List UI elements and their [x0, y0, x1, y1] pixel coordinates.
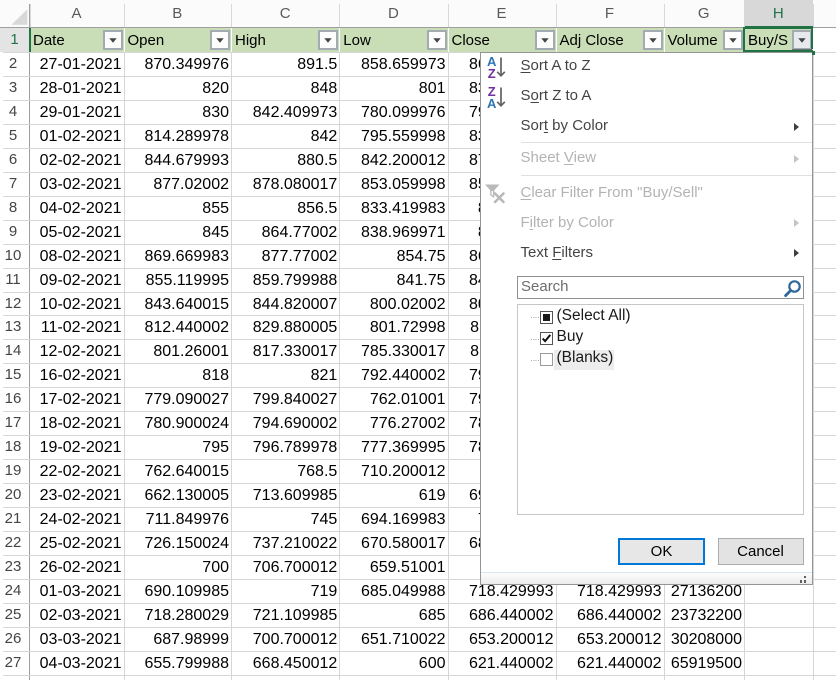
svg-text:A: A [487, 96, 497, 110]
svg-text:Z: Z [488, 66, 496, 80]
